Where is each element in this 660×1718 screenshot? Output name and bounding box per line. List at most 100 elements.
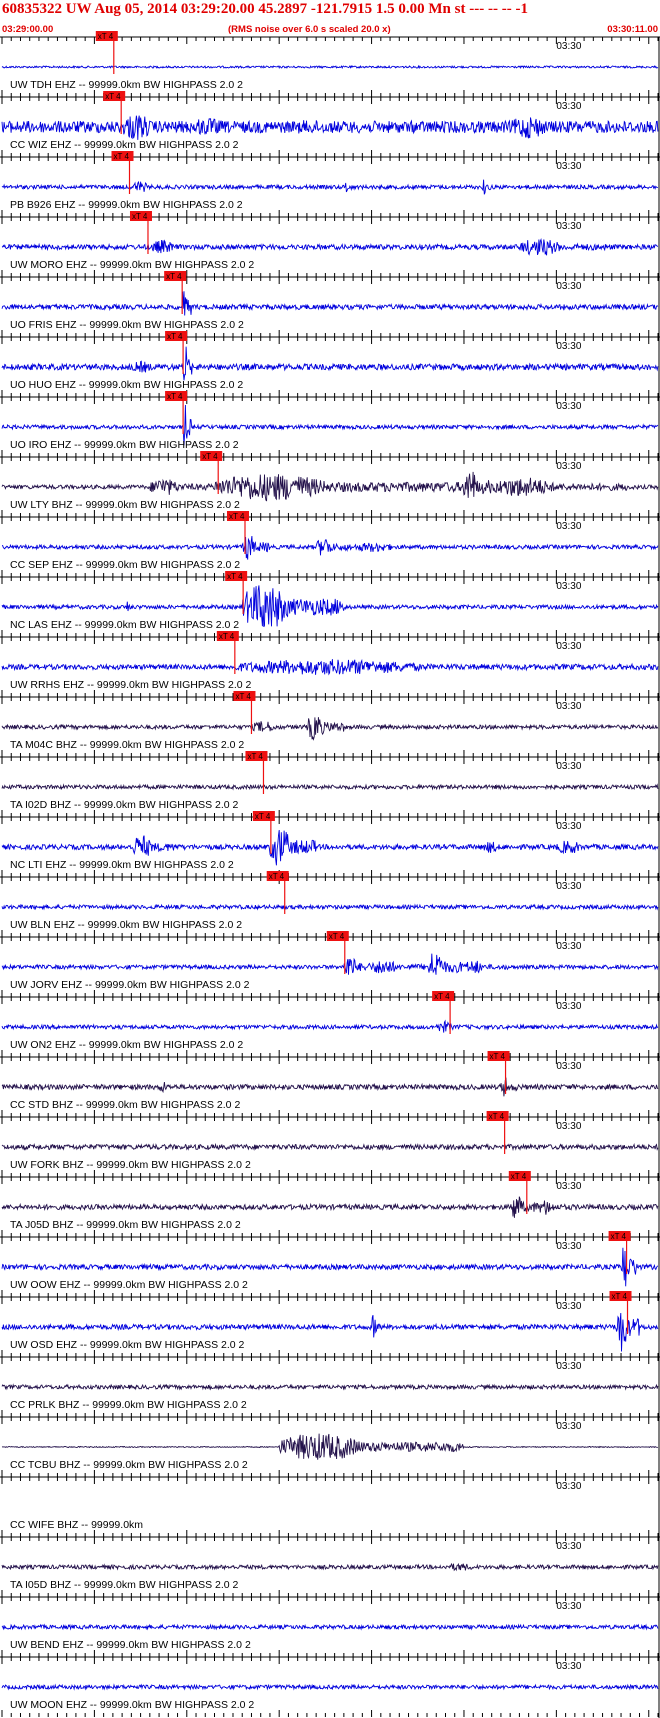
trace-label: UW TDH EHZ -- 99999.0km BW HIGHPASS 2.0 … bbox=[10, 79, 243, 91]
time-axis-label: 03:30 bbox=[556, 701, 581, 712]
pick-label: xT 4 bbox=[167, 332, 183, 341]
waveform-trace bbox=[1, 1623, 659, 1631]
waveform-trace bbox=[1, 1433, 659, 1460]
waveform-trace bbox=[1, 1077, 659, 1097]
pick-label: xT 4 bbox=[255, 812, 271, 821]
pick-label: xT 4 bbox=[98, 32, 114, 41]
time-axis-label: 03:30 bbox=[556, 221, 581, 232]
pick-label: xT 4 bbox=[329, 932, 345, 941]
waveform-trace bbox=[1, 535, 659, 560]
pick-label: xT 4 bbox=[229, 512, 245, 521]
time-axis-label: 03:30 bbox=[556, 1361, 581, 1372]
time-axis-label: 03:30 bbox=[556, 161, 581, 172]
trace-label: UW JORV EHZ -- 99999.0km BW HIGHPASS 2.0… bbox=[10, 979, 250, 991]
time-axis-label: 03:30 bbox=[556, 461, 581, 472]
pick-label: xT 4 bbox=[227, 572, 243, 581]
time-axis-label: 03:30 bbox=[556, 341, 581, 352]
pick-label: xT 4 bbox=[219, 632, 235, 641]
trace-label: UW FORK BHZ -- 99999.0km BW HIGHPASS 2.0… bbox=[10, 1159, 251, 1171]
waveform-trace bbox=[1, 1142, 659, 1152]
pick-label: xT 4 bbox=[434, 992, 450, 1001]
time-axis-label: 03:30 bbox=[556, 1661, 581, 1672]
waveform-trace bbox=[1, 717, 659, 741]
waveform-trace bbox=[1, 1196, 659, 1218]
waveform-trace bbox=[1, 64, 659, 70]
trace-label: CC TCBU BHZ -- 99999.0km BW HIGHPASS 2.0… bbox=[10, 1459, 248, 1471]
time-axis-label: 03:30 bbox=[556, 401, 581, 412]
waveform-trace bbox=[1, 1019, 659, 1033]
pick-label: xT 4 bbox=[114, 152, 130, 161]
waveform-trace bbox=[1, 953, 659, 975]
pick-label: xT 4 bbox=[167, 392, 183, 401]
trace-label: UW BLN EHZ -- 99999.0km BW HIGHPASS 2.0 … bbox=[10, 919, 242, 931]
time-axis-label: 03:30 bbox=[556, 881, 581, 892]
time-axis-label: 03:30 bbox=[556, 1061, 581, 1072]
trace-label: CC STD BHZ -- 99999.0km BW HIGHPASS 2.0 … bbox=[10, 1099, 240, 1111]
pick-label: xT 4 bbox=[247, 752, 263, 761]
time-axis-label: 03:30 bbox=[556, 41, 581, 52]
time-axis-label: 03:30 bbox=[556, 641, 581, 652]
time-axis-label: 03:30 bbox=[556, 1541, 581, 1552]
waveform-trace bbox=[1, 903, 659, 911]
time-axis-label: 03:30 bbox=[556, 821, 581, 832]
trace-label: NC LAS EHZ -- 99999.0km BW HIGHPASS 2.0 … bbox=[10, 619, 239, 631]
time-axis-label: 03:30 bbox=[556, 761, 581, 772]
trace-label: UO IRO EHZ -- 99999.0km BW HIGHPASS 2.0 … bbox=[10, 439, 239, 451]
waveform-trace bbox=[1, 115, 659, 140]
time-axis-label: 03:30 bbox=[556, 1121, 581, 1132]
trace-label: PB B926 EHZ -- 99999.0km BW HIGHPASS 2.0… bbox=[10, 199, 243, 211]
trace-label: UW BEND EHZ -- 99999.0km BW HIGHPASS 2.0… bbox=[10, 1639, 251, 1651]
trace-label: NC LTI EHZ -- 99999.0km BW HIGHPASS 2.0 … bbox=[10, 859, 234, 871]
time-axis-label: 03:30 bbox=[556, 941, 581, 952]
trace-label: TA I05D BHZ -- 99999.0km BW HIGHPASS 2.0… bbox=[10, 1579, 239, 1591]
trace-label: UW OSD EHZ -- 99999.0km BW HIGHPASS 2.0 … bbox=[10, 1339, 245, 1351]
waveform-trace bbox=[1, 783, 659, 791]
trace-label: UW ON2 EHZ -- 99999.0km BW HIGHPASS 2.0 … bbox=[10, 1039, 243, 1051]
trace-label: UO FRIS EHZ -- 99999.0km BW HIGHPASS 2.0… bbox=[10, 319, 244, 331]
trace-label: TA I02D BHZ -- 99999.0km BW HIGHPASS 2.0… bbox=[10, 799, 239, 811]
waveform-trace bbox=[1, 291, 659, 316]
pick-label: xT 4 bbox=[269, 872, 285, 881]
pick-label: xT 4 bbox=[511, 1172, 527, 1181]
time-axis-label: 03:30 bbox=[556, 581, 581, 592]
trace-label: UW MORO EHZ -- 99999.0km BW HIGHPASS 2.0… bbox=[10, 259, 254, 271]
time-axis-label: 03:30 bbox=[556, 281, 581, 292]
waveform-trace bbox=[1, 658, 659, 676]
trace-label: UW LTY BHZ -- 99999.0km BW HIGHPASS 2.0 … bbox=[10, 499, 240, 511]
time-axis-label: 03:30 bbox=[556, 1601, 581, 1612]
pick-label: xT 4 bbox=[611, 1232, 627, 1241]
pick-label: xT 4 bbox=[202, 452, 218, 461]
trace-label: UW RRHS EHZ -- 99999.0km BW HIGHPASS 2.0… bbox=[10, 679, 252, 691]
time-axis-label: 03:30 bbox=[556, 1421, 581, 1432]
pick-label: xT 4 bbox=[132, 212, 148, 221]
seismogram-plot: 03:30xT 4UW TDH EHZ -- 99999.0km BW HIGH… bbox=[0, 31, 660, 1718]
time-axis-label: 03:30 bbox=[556, 1481, 581, 1492]
waveform-trace bbox=[1, 179, 658, 195]
trace-label: UW MOON EHZ -- 99999.0km BW HIGHPASS 2.0… bbox=[10, 1699, 254, 1711]
trace-label: CC SEP EHZ -- 99999.0km BW HIGHPASS 2.0 … bbox=[10, 559, 240, 571]
trace-label: UO HUO EHZ -- 99999.0km BW HIGHPASS 2.0 … bbox=[10, 379, 243, 391]
trace-label: TA M04C BHZ -- 99999.0km BW HIGHPASS 2.0… bbox=[10, 739, 244, 751]
time-axis-label: 03:30 bbox=[556, 1181, 581, 1192]
trace-label: TA J05D BHZ -- 99999.0km BW HIGHPASS 2.0… bbox=[10, 1219, 241, 1231]
trace-label: CC WIFE BHZ -- 99999.0km bbox=[10, 1519, 143, 1531]
pick-label: xT 4 bbox=[612, 1292, 628, 1301]
time-axis-label: 03:30 bbox=[556, 521, 581, 532]
time-axis-label: 03:30 bbox=[556, 1241, 581, 1252]
trace-label: CC WIZ EHZ -- 99999.0km BW HIGHPASS 2.0 … bbox=[10, 139, 239, 151]
waveform-trace bbox=[1, 1683, 659, 1691]
waveform-trace bbox=[1, 1383, 659, 1391]
time-axis-label: 03:30 bbox=[556, 1001, 581, 1012]
trace-label: UW OOW EHZ -- 99999.0km BW HIGHPASS 2.0 … bbox=[10, 1279, 248, 1291]
waveform-trace bbox=[1, 471, 659, 502]
pick-label: xT 4 bbox=[105, 92, 121, 101]
time-axis-label: 03:30 bbox=[556, 101, 581, 112]
trace-label: CC PRLK BHZ -- 99999.0km BW HIGHPASS 2.0… bbox=[10, 1399, 247, 1411]
pick-label: xT 4 bbox=[235, 692, 251, 701]
pick-label: xT 4 bbox=[166, 272, 182, 281]
pick-label: xT 4 bbox=[490, 1052, 506, 1061]
time-axis-label: 03:30 bbox=[556, 1301, 581, 1312]
pick-label: xT 4 bbox=[489, 1112, 505, 1121]
waveform-trace bbox=[1, 238, 659, 256]
waveform-trace bbox=[1, 1562, 659, 1572]
